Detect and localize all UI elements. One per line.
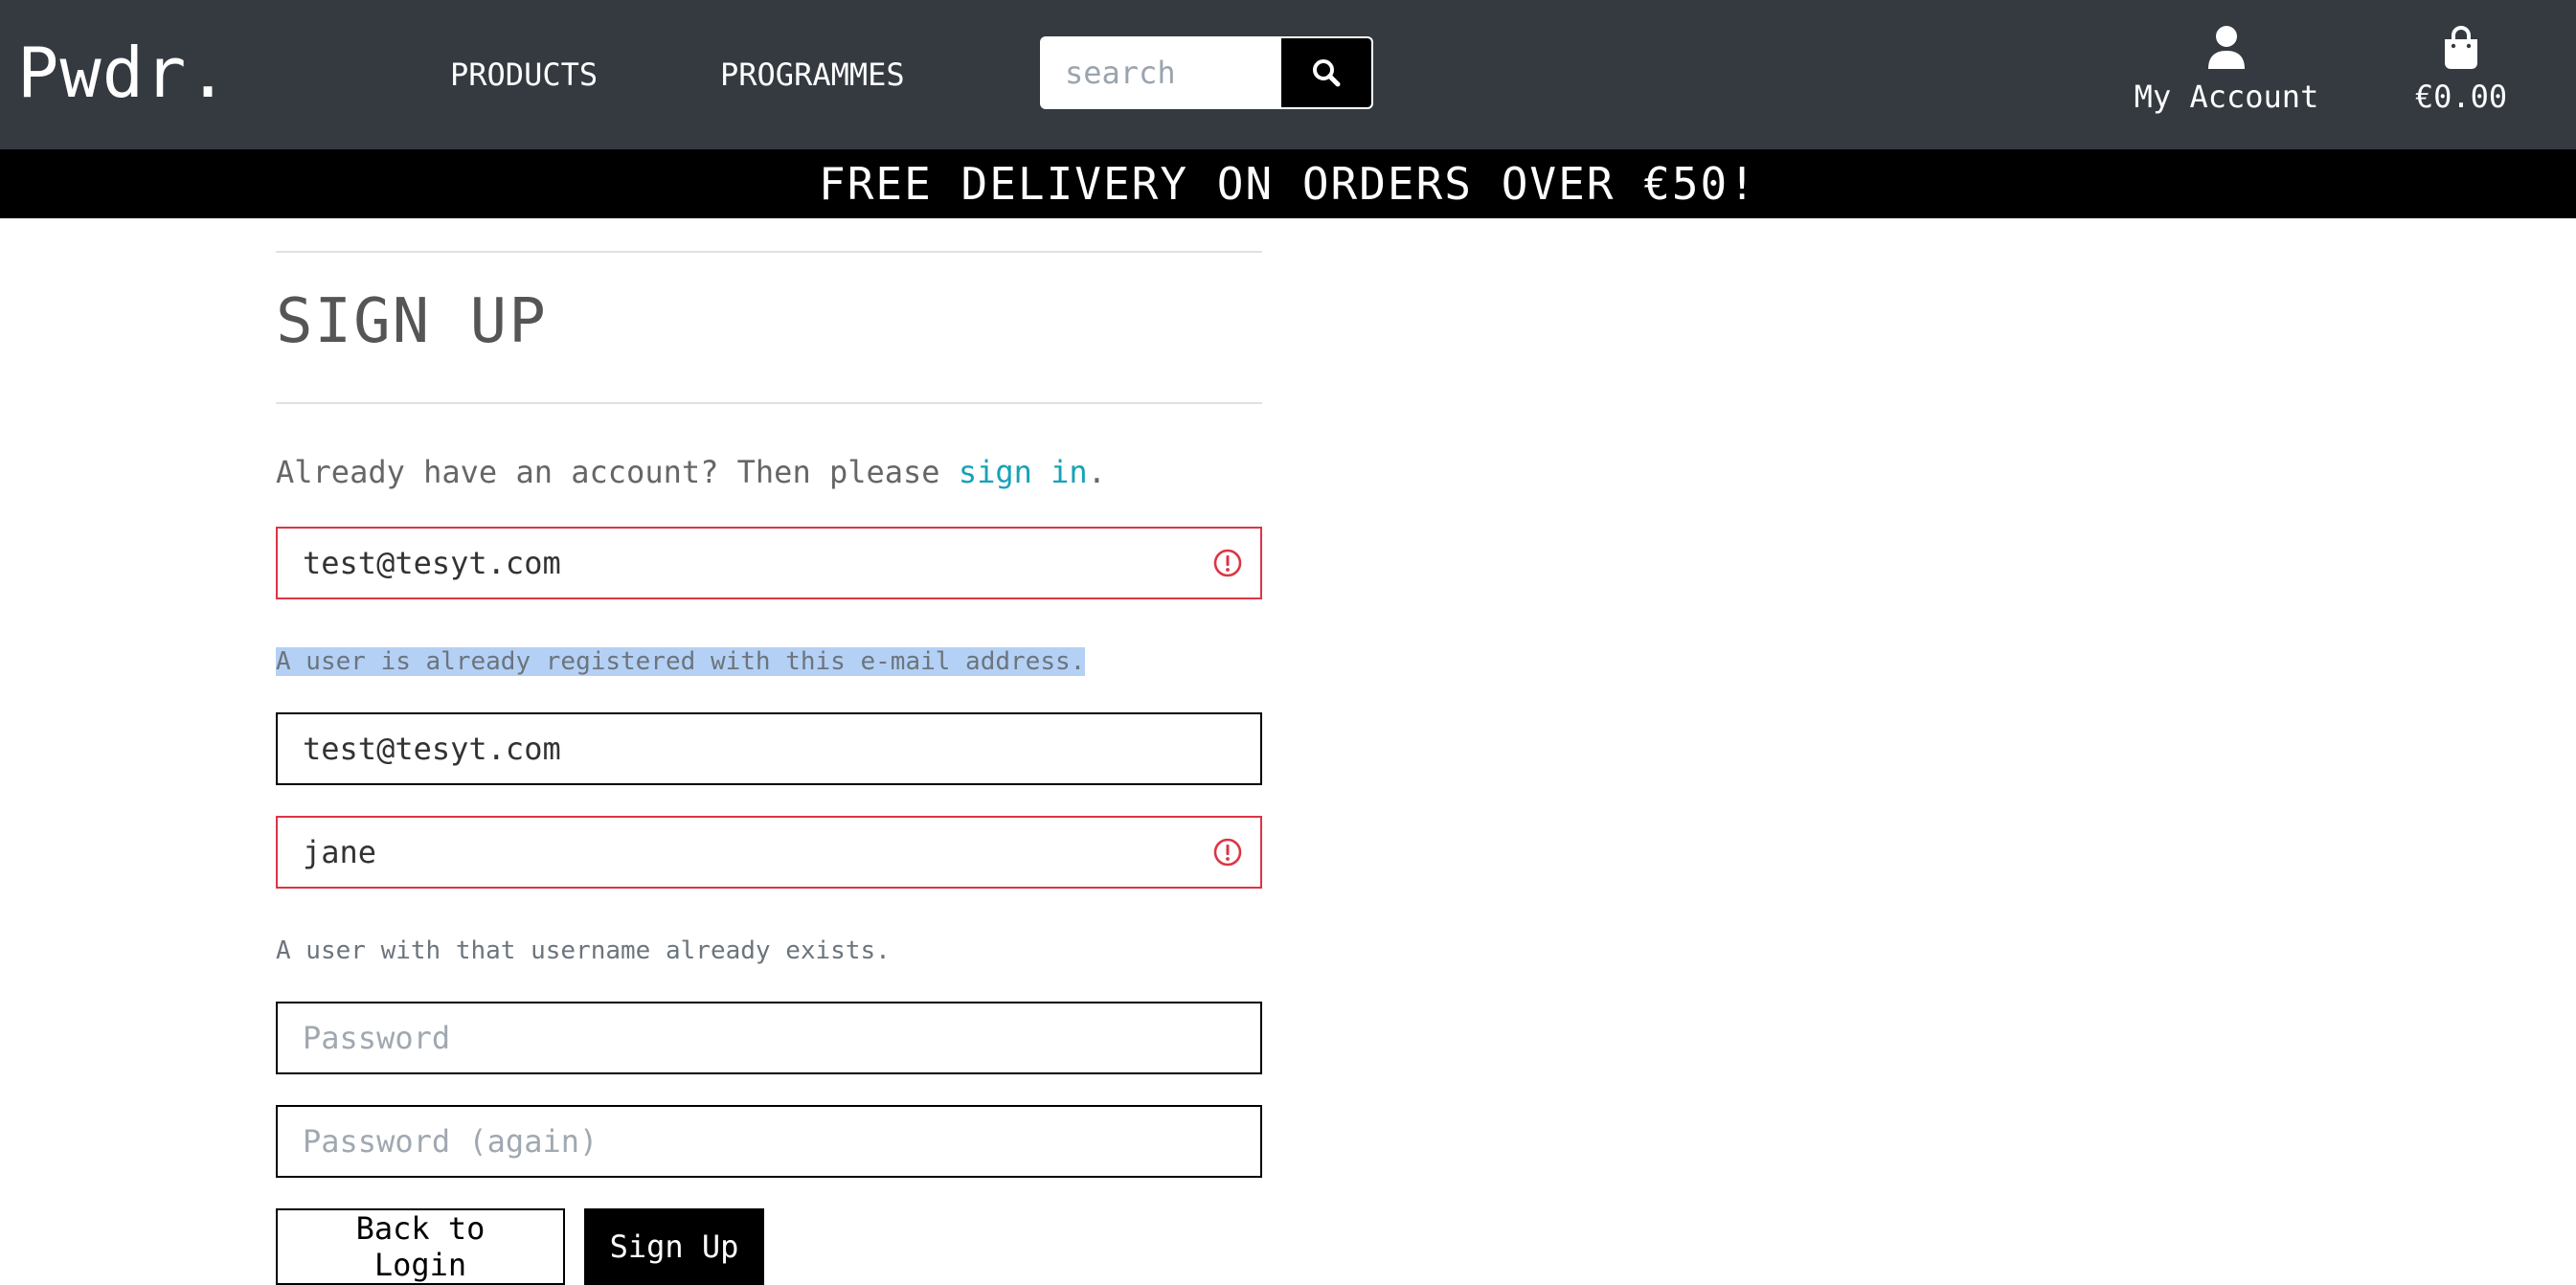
signin-prompt-text: Already have an account? Then please	[276, 454, 959, 490]
bag-total: €0.00	[2414, 79, 2508, 115]
nav-products-link[interactable]: PRODUCTS	[450, 52, 598, 98]
password-confirm-field-wrapper	[276, 1105, 1262, 1178]
email-error-text: A user is already registered with this e…	[276, 647, 1086, 676]
search-input[interactable]	[1042, 38, 1281, 107]
sign-up-button[interactable]: Sign Up	[584, 1208, 764, 1285]
exclamation-circle-icon	[1213, 549, 1242, 577]
page-title: SIGN UP	[276, 286, 548, 357]
password-confirm-field[interactable]	[276, 1105, 1262, 1178]
username-field[interactable]	[276, 816, 1262, 889]
shopping-bag-link[interactable]: €0.00	[2394, 25, 2528, 119]
username-error: A user with that username already exists…	[276, 936, 891, 965]
search-icon	[1313, 59, 1341, 87]
signin-prompt: Already have an account? Then please sig…	[276, 452, 1106, 492]
site-logo[interactable]: Pwdr.	[17, 29, 230, 117]
password-field-wrapper	[276, 1002, 1262, 1074]
email-confirm-field-wrapper	[276, 712, 1262, 785]
exclamation-circle-icon	[1213, 838, 1242, 867]
search-form	[1040, 36, 1373, 109]
free-delivery-banner: FREE DELIVERY ON ORDERS OVER €50!	[0, 149, 2576, 218]
shopping-bag-icon	[2445, 26, 2477, 69]
search-button[interactable]	[1281, 38, 1371, 107]
email-field-wrapper	[276, 527, 1262, 599]
signin-prompt-suffix: .	[1087, 454, 1106, 490]
nav-programmes-link[interactable]: PROGRAMMES	[720, 52, 905, 98]
my-account-link[interactable]: My Account	[2107, 25, 2346, 119]
divider	[276, 251, 1262, 253]
username-field-wrapper	[276, 816, 1262, 889]
user-icon	[2208, 26, 2245, 69]
password-field[interactable]	[276, 1002, 1262, 1074]
divider	[276, 402, 1262, 404]
email-confirm-field[interactable]	[276, 712, 1262, 785]
email-field[interactable]	[276, 527, 1262, 599]
site-header: Pwdr. PRODUCTS PROGRAMMES My Account €0.…	[0, 0, 2576, 149]
back-to-login-button[interactable]: Back to Login	[276, 1208, 565, 1285]
my-account-label: My Account	[2134, 79, 2319, 115]
email-error: A user is already registered with this e…	[276, 643, 1086, 680]
signin-link[interactable]: sign in	[959, 454, 1088, 490]
